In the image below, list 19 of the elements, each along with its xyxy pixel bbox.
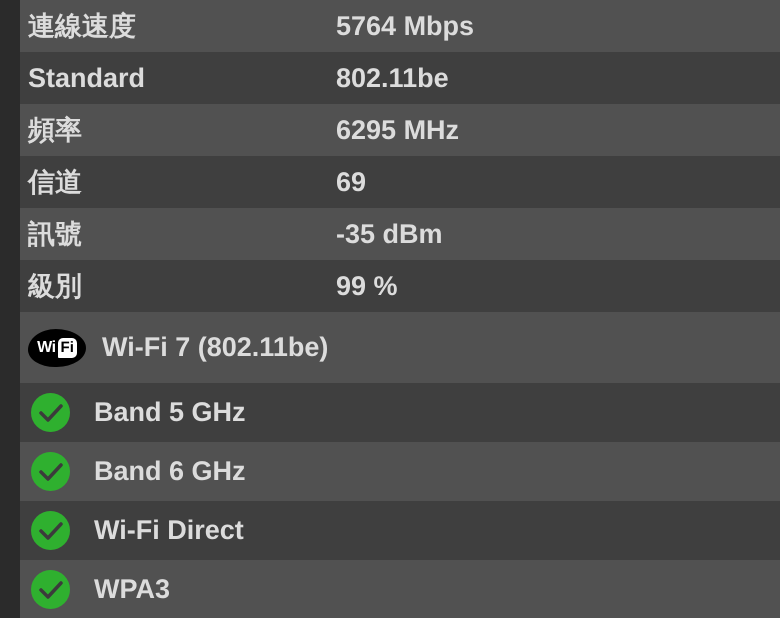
field-value: -35 dBm — [336, 218, 443, 250]
field-value: 99 % — [336, 270, 398, 302]
logo-text: Wi — [37, 340, 56, 356]
field-value: 69 — [336, 166, 366, 198]
field-value: 802.11be — [336, 62, 449, 94]
standard-label: Wi-Fi 7 (802.11be) — [102, 331, 328, 364]
field-value: 6295 MHz — [336, 114, 460, 146]
logo-text-tile: Fi — [58, 338, 77, 358]
field-label: 訊號 — [28, 218, 83, 250]
field-label: 連線速度 — [28, 10, 137, 42]
feature-label: WPA3 — [94, 572, 170, 606]
feature-label: Band 6 GHz — [94, 455, 246, 488]
field-value: 5764 Mbps — [336, 10, 474, 42]
field-label: 信道 — [28, 166, 83, 198]
field-label: Standard — [28, 62, 146, 94]
field-label: 頻率 — [28, 114, 83, 146]
feature-label: Band 5 GHz — [94, 396, 246, 429]
feature-label: Wi-Fi Direct — [94, 514, 244, 547]
field-label: 級別 — [28, 270, 83, 302]
